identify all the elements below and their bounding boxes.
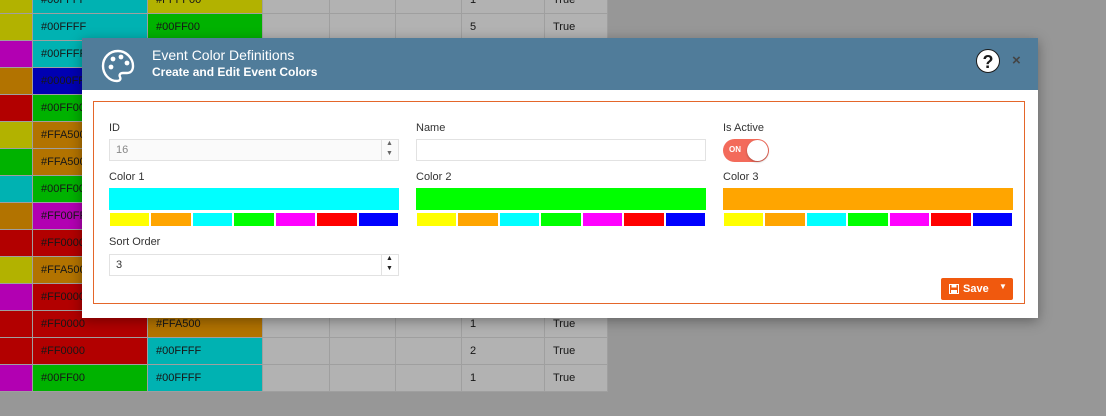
palette-swatch[interactable]	[930, 212, 972, 227]
palette-swatch[interactable]	[764, 212, 806, 227]
palette-swatch[interactable]	[664, 212, 706, 227]
color3-palette	[723, 212, 1013, 227]
modal-header: Event Color Definitions Create and Edit …	[82, 38, 1038, 90]
name-field[interactable]	[416, 139, 706, 161]
palette-swatch[interactable]	[581, 212, 624, 227]
palette-swatch[interactable]	[457, 212, 499, 227]
is-active-toggle[interactable]: ON	[723, 139, 769, 162]
palette-swatch[interactable]	[805, 212, 848, 227]
spin-down-icon[interactable]: ▼	[382, 264, 397, 274]
spin-up-icon[interactable]: ▲	[382, 139, 397, 149]
help-icon[interactable]: ?	[976, 49, 1000, 73]
palette-swatch[interactable]	[233, 212, 275, 227]
color1-label: Color 1	[109, 171, 145, 183]
palette-swatch[interactable]	[416, 212, 458, 227]
spin-up-icon[interactable]: ▲	[382, 254, 397, 264]
palette-swatch[interactable]	[847, 212, 889, 227]
close-icon[interactable]: ×	[1012, 52, 1021, 70]
toggle-knob	[747, 140, 768, 161]
palette-swatch[interactable]	[971, 212, 1013, 227]
color3-preview[interactable]	[723, 188, 1013, 210]
palette-swatch[interactable]	[150, 212, 192, 227]
id-spinner[interactable]: ▲ ▼	[381, 139, 397, 161]
floppy-disk-icon	[949, 284, 959, 294]
palette-swatch[interactable]	[540, 212, 582, 227]
id-field[interactable]	[109, 139, 399, 161]
name-label: Name	[416, 122, 446, 134]
palette-swatch[interactable]	[316, 212, 358, 227]
is-active-label: Is Active	[723, 122, 764, 134]
sort-order-spinner[interactable]: ▲ ▼	[381, 254, 397, 276]
spin-down-icon[interactable]: ▼	[382, 149, 397, 159]
color3-label: Color 3	[723, 171, 759, 183]
palette-swatch[interactable]	[623, 212, 665, 227]
color2-label: Color 2	[416, 171, 452, 183]
palette-swatch[interactable]	[109, 212, 151, 227]
id-label: ID	[109, 122, 120, 134]
toggle-state-label: ON	[729, 145, 741, 154]
palette-swatch[interactable]	[191, 212, 234, 227]
palette-swatch[interactable]	[357, 212, 399, 227]
color1-palette	[109, 212, 399, 227]
palette-swatch[interactable]	[274, 212, 317, 227]
caret-down-icon[interactable]: ▼	[999, 282, 1007, 291]
color2-palette	[416, 212, 706, 227]
palette-swatch[interactable]	[888, 212, 931, 227]
save-button[interactable]: Save ▼	[941, 278, 1013, 300]
form-panel: ID ▲ ▼ Name Is Active ON Color 1 Color 2…	[93, 101, 1025, 304]
save-label: Save	[963, 283, 989, 295]
sort-order-field[interactable]	[109, 254, 399, 276]
sort-order-label: Sort Order	[109, 236, 161, 248]
modal-subtitle: Create and Edit Event Colors	[152, 65, 318, 79]
modal-title: Event Color Definitions	[152, 47, 295, 63]
palette-swatch[interactable]	[723, 212, 765, 227]
palette-icon	[101, 49, 135, 83]
color2-preview[interactable]	[416, 188, 706, 210]
event-color-modal: Event Color Definitions Create and Edit …	[82, 38, 1038, 318]
palette-swatch[interactable]	[498, 212, 541, 227]
color1-preview[interactable]	[109, 188, 399, 210]
